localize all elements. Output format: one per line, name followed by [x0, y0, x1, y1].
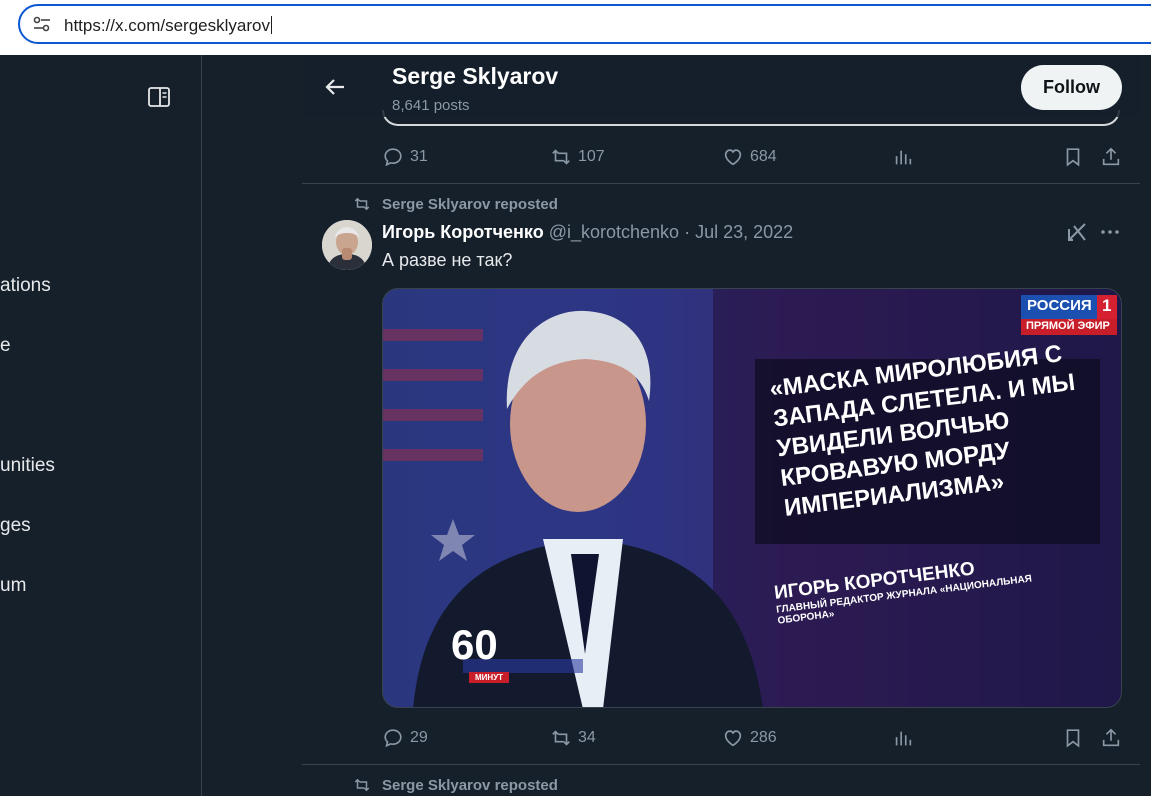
author-handle[interactable]: @i_korotchenko [549, 222, 679, 242]
nav-item-notifications[interactable]: ations [0, 275, 51, 297]
repost-indicator[interactable]: Serge Sklyarov reposted [352, 195, 558, 213]
reply-icon [384, 729, 402, 748]
follow-button[interactable]: Follow [1021, 65, 1122, 110]
back-arrow-icon[interactable] [324, 76, 346, 98]
show-logo-number: 60 [451, 621, 498, 668]
reply-button[interactable]: 31 [382, 146, 428, 168]
share-button[interactable] [1100, 727, 1128, 749]
profile-timeline: 31 107 684 Serge Sklyarov reposted Игорь… [302, 55, 1140, 796]
repost-icon [552, 149, 570, 165]
bookmark-icon [1066, 729, 1080, 748]
reply-button[interactable]: 29 [382, 727, 428, 749]
analytics-icon [895, 150, 912, 165]
tweet-text: А разве не так? [382, 250, 513, 270]
tweet-divider [302, 764, 1140, 765]
repost-button[interactable]: 107 [550, 146, 605, 168]
channel-logo: РОССИЯ [1027, 297, 1092, 314]
reply-count: 29 [410, 729, 428, 746]
share-icon [1102, 728, 1120, 747]
grok-icon[interactable] [1066, 221, 1088, 243]
nav-item-explore[interactable]: e [0, 335, 11, 357]
tweet-media-image[interactable]: РОССИЯ 1 ПРЯМОЙ ЭФИР «МАСКА МИРОЛЮБИЯ С … [382, 288, 1122, 708]
heart-icon [724, 149, 742, 166]
separator-dot: · [684, 222, 691, 242]
repost-icon [552, 730, 570, 746]
repost-icon [354, 778, 370, 792]
avatar[interactable] [322, 220, 372, 270]
browser-toolbar: https://x.com/sergesklyarov [0, 0, 1151, 55]
page-scrollbar[interactable] [1140, 55, 1151, 796]
tweet-header: Игорь Коротченко @i_korotchenko · Jul 23… [382, 222, 793, 243]
previous-tweet-actions: 31 107 684 [382, 146, 1122, 170]
reply-icon [384, 148, 402, 167]
nav-item-communities[interactable]: unities [0, 455, 55, 477]
like-count: 684 [750, 148, 777, 165]
analytics-icon [895, 731, 912, 746]
repost-count: 107 [578, 148, 605, 165]
like-count: 286 [750, 729, 777, 746]
like-button[interactable]: 286 [722, 727, 777, 749]
tweet-divider [302, 183, 1140, 184]
next-repost-indicator[interactable]: Serge Sklyarov reposted [352, 776, 558, 794]
bookmark-button[interactable] [1062, 146, 1090, 168]
nav-item-messages[interactable]: ges [0, 515, 31, 537]
bookmark-icon [1066, 148, 1080, 167]
left-sidebar: ations e unities ges um [0, 55, 202, 796]
post-count: 8,641 posts [392, 97, 470, 114]
repost-button[interactable]: 34 [550, 727, 596, 749]
repost-label: Serge Sklyarov reposted [382, 776, 558, 794]
heart-icon [724, 730, 742, 747]
profile-name: Serge Sklyarov [392, 63, 559, 89]
repost-count: 34 [578, 729, 596, 746]
reply-count: 31 [410, 148, 428, 165]
url-text[interactable]: https://x.com/sergesklyarov [64, 16, 272, 36]
show-logo-label: МИНУТ [469, 672, 510, 683]
site-settings-icon[interactable] [32, 15, 52, 33]
views-button[interactable] [892, 146, 920, 168]
repost-label: Serge Sklyarov reposted [382, 195, 558, 213]
live-badge: ПРЯМОЙ ЭФИР [1026, 320, 1110, 332]
tweet-actions: 29 34 286 [382, 727, 1122, 751]
sidebar-toggle-icon[interactable] [148, 87, 170, 107]
more-options-icon[interactable] [1099, 221, 1121, 243]
nav-item-premium[interactable]: um [0, 575, 26, 597]
profile-header: Serge Sklyarov 8,641 posts Follow [302, 55, 1140, 117]
channel-number: 1 [1102, 296, 1112, 315]
tweet-date[interactable]: Jul 23, 2022 [695, 222, 793, 242]
author-name[interactable]: Игорь Коротченко [382, 222, 544, 242]
views-button[interactable] [892, 727, 920, 749]
bookmark-button[interactable] [1062, 727, 1090, 749]
share-icon [1102, 147, 1120, 166]
address-bar[interactable]: https://x.com/sergesklyarov [18, 4, 1151, 44]
share-button[interactable] [1100, 146, 1128, 168]
repost-icon [354, 197, 370, 211]
like-button[interactable]: 684 [722, 146, 777, 168]
